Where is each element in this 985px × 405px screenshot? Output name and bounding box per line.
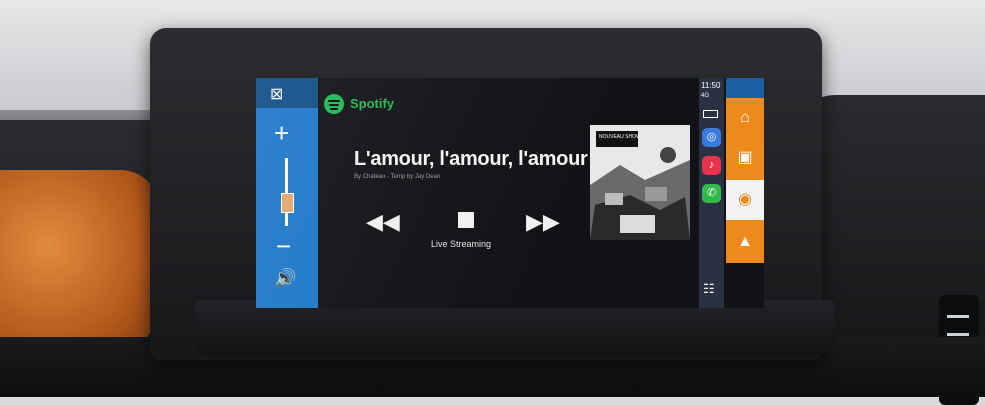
album-art: NOUVEAU SHOW [590, 125, 690, 240]
clock: 11:50 [701, 81, 721, 90]
playback-status: Live Streaming [431, 239, 492, 249]
vehicle-menu-bar: ⌂ ▣ ◉ ▲ [726, 78, 764, 263]
volume-up-button[interactable]: + [274, 120, 289, 146]
volume-slider-knob[interactable] [281, 193, 294, 214]
phone-icon[interactable]: ✆ [702, 184, 721, 203]
home-icon[interactable]: ⌂ [726, 98, 764, 138]
battery-icon [703, 110, 718, 118]
carplay-dock: 11:50 4G ◎ ♪ ✆ ☷ [699, 78, 724, 308]
fast-forward-icon[interactable]: ▶▶ [526, 211, 560, 233]
music-icon[interactable]: ♪ [702, 156, 721, 175]
stop-icon[interactable] [458, 212, 474, 228]
spotify-logo-icon [324, 94, 344, 114]
screen-off-button[interactable]: ⊠ [256, 78, 318, 108]
navigation-icon[interactable]: ▲ [726, 222, 764, 262]
volume-bar: ⊠ + − 🔊 [256, 78, 318, 308]
rewind-icon[interactable]: ◀◀ [366, 211, 400, 233]
maps-icon[interactable]: ◎ [702, 128, 721, 147]
audio-settings-icon[interactable]: 🔊 [274, 268, 296, 289]
track-subtitle: By Chateau - Temp by Jay Dean [354, 174, 441, 180]
album-art-illustration: NOUVEAU SHOW [590, 125, 690, 240]
app-grid-icon[interactable]: ☷ [703, 282, 719, 296]
track-title: L'amour, l'amour, l'amour [354, 148, 588, 170]
infotainment-screen: ⊠ + − 🔊 Spotify L'amour, l'amour, l'amou… [256, 78, 764, 308]
camera-icon[interactable]: ▣ [726, 138, 764, 178]
orange-interior-trim [0, 170, 160, 360]
app-name: Spotify [350, 96, 395, 111]
album-art-label: NOUVEAU SHOW [599, 134, 641, 140]
screen-off-icon: ⊠ [270, 86, 284, 103]
signal-indicator: 4G [701, 93, 710, 99]
media-icon[interactable]: ◉ [726, 180, 764, 220]
volume-slider-track[interactable] [285, 158, 288, 226]
vehicle-bar-header [726, 78, 764, 98]
display-lip [195, 300, 835, 355]
volume-down-button[interactable]: − [276, 233, 291, 259]
